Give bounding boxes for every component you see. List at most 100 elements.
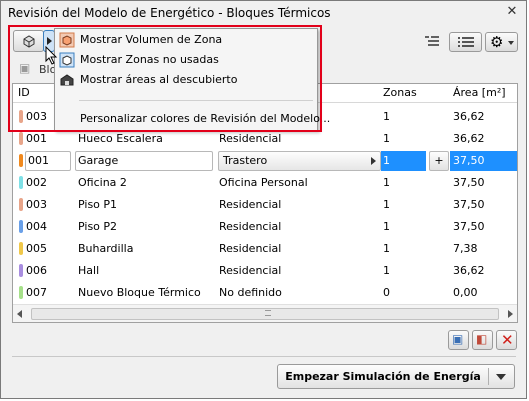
- scroll-thumb[interactable]: [31, 308, 499, 320]
- name-cell: Buhardilla: [78, 242, 134, 255]
- type-cell: Trastero: [223, 154, 268, 167]
- split-divider: [488, 368, 489, 385]
- type-cell: Residencial: [219, 132, 282, 145]
- chevron-down-icon: [508, 41, 514, 45]
- list-indent-icon[interactable]: [423, 34, 441, 53]
- menu-item-label: Mostrar áreas al descubierto: [80, 73, 238, 86]
- name-cell: Oficina 2: [78, 176, 127, 189]
- zones-cell: 1: [383, 110, 390, 123]
- chevron-right-icon: [371, 157, 376, 165]
- zones-cell: 1: [383, 220, 390, 233]
- chevron-right-icon: [47, 37, 52, 45]
- menu-item-zone-volume[interactable]: Mostrar Volumen de Zona: [55, 30, 317, 50]
- new-block-button[interactable]: ▣: [448, 330, 469, 350]
- start-simulation-button[interactable]: Empezar Simulación de Energía: [277, 364, 515, 389]
- table-row[interactable]: 003 Piso P1 Residencial 1 37,50: [13, 194, 517, 216]
- color-swatch: [19, 264, 23, 277]
- table-row[interactable]: +001 Garage Trastero 1 37,50: [13, 150, 517, 172]
- id-cell: 003: [26, 198, 47, 211]
- zones-cell: 1: [383, 154, 390, 167]
- chevron-down-icon[interactable]: [496, 374, 506, 380]
- menu-item-label: Mostrar Volumen de Zona: [80, 33, 223, 46]
- gear-icon: ⚙: [490, 33, 504, 51]
- table-row[interactable]: 004 Piso P2 Residencial 1 37,50: [13, 216, 517, 238]
- table-row[interactable]: 001 Hueco Escalera Residencial 1 36,62: [13, 128, 517, 150]
- type-cell: Residencial: [219, 264, 282, 277]
- zone-volume-icon: [59, 32, 75, 51]
- color-swatch: [19, 132, 23, 145]
- scroll-left-icon[interactable]: [17, 310, 22, 318]
- id-cell: 006: [26, 264, 47, 277]
- list-icon: [458, 37, 474, 47]
- horizontal-scrollbar[interactable]: [13, 304, 517, 322]
- area-cell: 37,50: [453, 198, 485, 211]
- area-cell: 36,62: [453, 264, 485, 277]
- divider: [12, 356, 516, 357]
- duplicate-block-button[interactable]: ◧: [472, 330, 493, 350]
- area-cell: 36,62: [453, 132, 485, 145]
- menu-item-uncovered-areas[interactable]: Mostrar áreas al descubierto: [55, 70, 317, 90]
- close-icon[interactable]: ✕: [504, 4, 520, 20]
- col-area-header[interactable]: Área [m²]: [453, 86, 506, 99]
- color-swatch: [19, 110, 23, 123]
- id-cell: 007: [26, 286, 47, 299]
- unused-zones-icon: [59, 52, 75, 71]
- list-view-button[interactable]: [449, 32, 482, 52]
- dialog-window: Revisión del Modelo de Energético - Bloq…: [0, 0, 527, 399]
- color-swatch: [19, 154, 23, 167]
- table-row[interactable]: 006 Hall Residencial 1 36,62: [13, 260, 517, 282]
- id-cell: 005: [26, 242, 47, 255]
- type-cell: Residencial: [219, 198, 282, 211]
- menu-item-unused-zones[interactable]: Mostrar Zonas no usadas: [55, 50, 317, 70]
- id-cell: 004: [26, 220, 47, 233]
- scroll-right-icon[interactable]: [508, 310, 513, 318]
- uncovered-areas-icon: [59, 72, 75, 91]
- table-row[interactable]: 007 Nuevo Bloque Térmico No definido 0 0,00: [13, 282, 517, 304]
- delete-button[interactable]: ✕: [496, 330, 517, 350]
- zone-view-menu: Mostrar Volumen de Zona Mostrar Zonas no…: [54, 28, 330, 131]
- id-cell: 001: [26, 132, 47, 145]
- menu-separator: [79, 100, 313, 101]
- name-cell: Piso P2: [78, 220, 118, 233]
- zones-cell: 1: [383, 132, 390, 145]
- col-zones-header[interactable]: Zonas: [383, 86, 417, 99]
- id-cell: 002: [26, 176, 47, 189]
- area-cell: 37,50: [453, 176, 485, 189]
- zones-cell: 1: [383, 242, 390, 255]
- menu-item-customize-colors[interactable]: Personalizar colores de Revisión del Mod…: [55, 109, 330, 129]
- menu-item-label: Mostrar Zonas no usadas: [80, 53, 219, 66]
- settings-button[interactable]: ⚙: [485, 32, 518, 52]
- mouse-cursor-icon: [45, 46, 58, 65]
- name-cell: Hall: [78, 264, 100, 277]
- zones-cell: 1: [383, 198, 390, 211]
- color-swatch: [19, 220, 23, 233]
- table-row[interactable]: 005 Buhardilla Residencial 1 7,38: [13, 238, 517, 260]
- menu-item-label: Personalizar colores de Revisión del Mod…: [80, 112, 331, 125]
- zone-view-button[interactable]: [13, 30, 44, 52]
- area-cell: 36,62: [453, 110, 485, 123]
- table-row[interactable]: 002 Oficina 2 Oficina Personal 1 37,50: [13, 172, 517, 194]
- color-swatch: [19, 198, 23, 211]
- name-cell: Nuevo Bloque Térmico: [78, 286, 201, 299]
- area-cell: 7,38: [453, 242, 478, 255]
- type-cell: Residencial: [219, 220, 282, 233]
- id-cell: 003: [26, 110, 47, 123]
- name-cell: Hueco Escalera: [78, 132, 163, 145]
- color-swatch: [19, 176, 23, 189]
- type-cell: Oficina Personal: [219, 176, 308, 189]
- window-title: Revisión del Modelo de Energético - Bloq…: [8, 6, 331, 20]
- start-simulation-label: Empezar Simulación de Energía: [285, 370, 481, 383]
- name-cell: Piso P1: [78, 198, 118, 211]
- new-block-icon: ▣: [452, 332, 464, 346]
- add-zone-button[interactable]: +: [429, 151, 449, 171]
- color-swatch: [19, 242, 23, 255]
- duplicate-block-icon: ◧: [476, 332, 488, 346]
- delete-icon: ✕: [501, 331, 514, 349]
- id-cell: 001: [28, 154, 49, 167]
- zones-cell: 1: [383, 264, 390, 277]
- zones-cell: 1: [383, 176, 390, 189]
- type-cell: Residencial: [219, 242, 282, 255]
- area-cell: 37,50: [453, 220, 485, 233]
- col-id-header[interactable]: ID: [18, 86, 30, 99]
- color-swatch: [19, 286, 23, 299]
